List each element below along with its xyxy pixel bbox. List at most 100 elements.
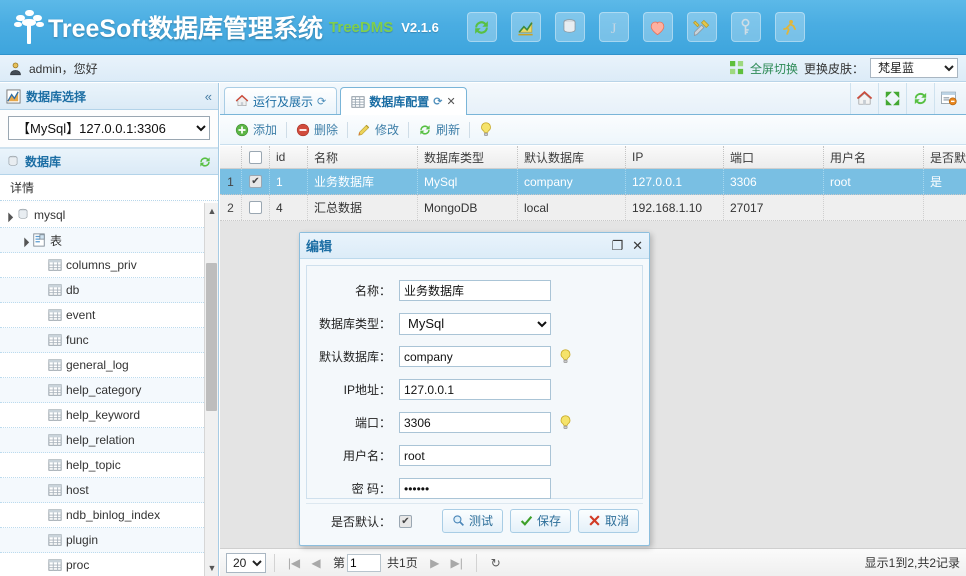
tree-node[interactable]: help_relation <box>0 428 204 453</box>
database-icon[interactable] <box>555 12 585 42</box>
home-icon[interactable] <box>850 83 878 114</box>
grid-header-port[interactable]: 端口 <box>724 146 824 168</box>
sidebar-detail-row[interactable]: 详情 <box>0 175 218 201</box>
select-all-checkbox[interactable] <box>249 151 262 164</box>
grid-header-isdefault[interactable]: 是否默认 <box>924 146 966 168</box>
tablist-icon[interactable] <box>934 83 962 114</box>
refresh-button[interactable]: 刷新 <box>411 119 467 141</box>
tree-node[interactable]: db <box>0 278 204 303</box>
database-title: 数据库 <box>25 153 61 170</box>
collapse-icon[interactable]: « <box>205 89 212 104</box>
refresh-icon[interactable] <box>906 83 934 114</box>
grid-header-db[interactable]: 默认数据库 <box>518 146 626 168</box>
tree-node[interactable]: func <box>0 328 204 353</box>
table-row[interactable]: 2 4 汇总数据 MongoDB local 192.168.1.10 2701… <box>220 195 966 221</box>
table-icon <box>48 558 62 572</box>
refresh-icon[interactable] <box>467 12 497 42</box>
tree-node[interactable]: general_log <box>0 353 204 378</box>
row-checkbox-cell[interactable] <box>242 169 270 194</box>
last-page-button[interactable]: ▶| <box>446 556 468 570</box>
cancel-button[interactable]: 取消 <box>578 509 639 533</box>
refresh-tree-icon[interactable] <box>198 155 212 169</box>
table-row[interactable]: 1 1 业务数据库 MySql company 127.0.0.1 3306 r… <box>220 169 966 195</box>
java-icon[interactable]: J <box>599 12 629 42</box>
restore-icon[interactable]: ❐ <box>611 238 623 254</box>
bulb-icon[interactable] <box>559 349 572 365</box>
tree-node[interactable]: ◢表 <box>0 228 204 253</box>
tools-icon[interactable] <box>687 12 717 42</box>
tree-node[interactable]: help_keyword <box>0 403 204 428</box>
grid-header-ip[interactable]: IP <box>626 146 724 168</box>
reload-button[interactable]: ↻ <box>485 556 507 570</box>
chart-icon[interactable] <box>511 12 541 42</box>
page-size-select[interactable]: 20 <box>226 553 266 573</box>
grid-header-checkbox[interactable] <box>242 146 270 168</box>
tree-node[interactable]: proc <box>0 553 204 576</box>
close-icon[interactable]: ✕ <box>632 238 643 254</box>
tree-node[interactable]: help_topic <box>0 453 204 478</box>
tree-node[interactable]: event <box>0 303 204 328</box>
test-button[interactable]: 测试 <box>442 509 503 533</box>
heart-icon[interactable] <box>643 12 673 42</box>
save-button[interactable]: 保存 <box>510 509 571 533</box>
dialog-title-bar[interactable]: 编辑 ❐ ✕ <box>300 233 649 259</box>
row-checkbox[interactable] <box>249 175 262 188</box>
row-checkbox-cell[interactable] <box>242 195 270 220</box>
tree-node[interactable]: help_category <box>0 378 204 403</box>
page-prefix-label: 第 <box>333 554 345 571</box>
key-icon[interactable] <box>731 12 761 42</box>
table-icon <box>48 433 62 447</box>
scrollbar-thumb[interactable] <box>206 263 217 411</box>
prev-page-button[interactable]: ◀ <box>305 556 327 570</box>
dbtype-select[interactable]: MySql <box>399 313 551 335</box>
edit-button[interactable]: 修改 <box>350 119 406 141</box>
tree-node[interactable]: host <box>0 478 204 503</box>
cross-icon <box>588 514 601 527</box>
test-label: 测试 <box>469 512 493 529</box>
defaultdb-field[interactable] <box>399 346 551 367</box>
scroll-up-icon[interactable]: ▲ <box>207 206 217 216</box>
grid-header-type[interactable]: 数据库类型 <box>418 146 518 168</box>
password-field[interactable] <box>399 478 551 499</box>
tree-node[interactable]: ndb_binlog_index <box>0 503 204 528</box>
first-page-button[interactable]: |◀ <box>283 556 305 570</box>
expand-icon[interactable] <box>878 83 906 114</box>
user-run-icon[interactable] <box>775 12 805 42</box>
scroll-down-icon[interactable]: ▼ <box>207 563 217 573</box>
name-field[interactable] <box>399 280 551 301</box>
cell-ip: 127.0.0.1 <box>626 169 724 194</box>
grid-header-user[interactable]: 用户名 <box>824 146 924 168</box>
port-field[interactable] <box>399 412 551 433</box>
table-icon <box>48 358 62 372</box>
table-icon <box>48 458 62 472</box>
ip-field[interactable] <box>399 379 551 400</box>
hint-button[interactable] <box>472 119 500 141</box>
page-number-input[interactable] <box>347 554 381 572</box>
tab-run-display[interactable]: 运行及展示 ⟳ <box>224 87 337 114</box>
bulb-icon[interactable] <box>559 415 572 431</box>
tab-database-config[interactable]: 数据库配置 ⟳ ✕ <box>340 87 466 115</box>
add-label: 添加 <box>253 121 277 138</box>
tab-refresh-icon[interactable]: ⟳ <box>433 95 442 108</box>
row-checkbox[interactable] <box>249 201 262 214</box>
tab-refresh-icon[interactable]: ⟳ <box>317 95 326 108</box>
tree-node[interactable]: ◢mysql <box>0 203 204 228</box>
cell-id: 1 <box>270 169 308 194</box>
grid-header-id[interactable]: id <box>270 146 308 168</box>
fullscreen-toggle[interactable]: 全屏切换 <box>750 60 798 77</box>
table-icon <box>351 95 365 109</box>
grid-header-name[interactable]: 名称 <box>308 146 418 168</box>
tree-node[interactable]: plugin <box>0 528 204 553</box>
tree-scrollbar[interactable]: ▲ ▼ <box>204 203 218 576</box>
connection-select[interactable]: 【MySql】127.0.0.1:3306 <box>8 116 210 140</box>
next-page-button[interactable]: ▶ <box>424 556 446 570</box>
tree-node-label: help_keyword <box>66 408 140 422</box>
username-field[interactable] <box>399 445 551 466</box>
tab-close-icon[interactable]: ✕ <box>446 95 455 108</box>
add-button[interactable]: 添加 <box>228 119 284 141</box>
tree-node[interactable]: columns_priv <box>0 253 204 278</box>
skin-select[interactable]: 梵星蓝 <box>870 58 958 78</box>
delete-button[interactable]: 删除 <box>289 119 345 141</box>
fullscreen-icon[interactable] <box>730 61 744 75</box>
tab-bar: 运行及展示 ⟳ 数据库配置 ⟳ ✕ <box>220 83 966 115</box>
